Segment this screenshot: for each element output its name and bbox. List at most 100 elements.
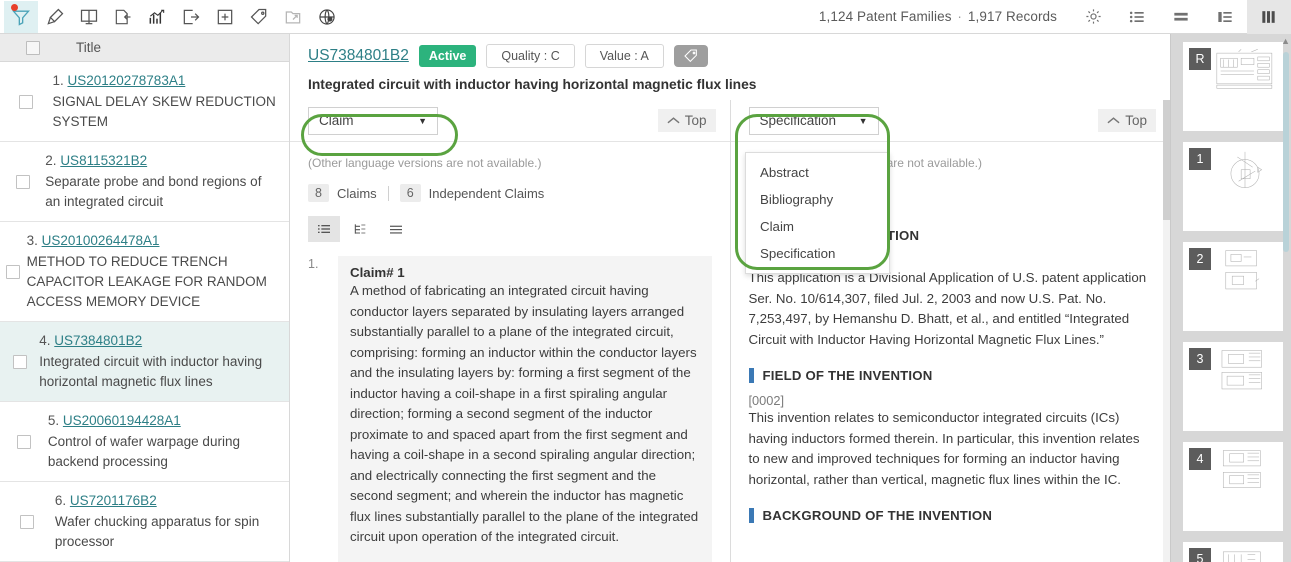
compare-icon-button[interactable]: [72, 1, 106, 33]
section-accent-bar: [748, 508, 754, 523]
globe-user-icon-button[interactable]: [310, 1, 344, 33]
row-content: 3. US20100264478A1 METHOD TO REDUCE TREN…: [27, 231, 289, 312]
dropdown-option-specification[interactable]: Specification: [746, 240, 889, 267]
claim-content[interactable]: (Other language versions are not availab…: [290, 142, 730, 562]
row-checkbox[interactable]: [15, 174, 30, 189]
row-publication-link[interactable]: US20120278783A1: [67, 73, 185, 88]
tag-icon-button[interactable]: [242, 1, 276, 33]
claim-tree-view-button[interactable]: [344, 216, 376, 242]
patent-drawing-icon: [1221, 350, 1262, 390]
table-row[interactable]: 6. US7201176B2 Wafer chucking apparatus …: [0, 482, 289, 562]
chevron-down-icon: ▼: [418, 115, 427, 126]
thumbnail-label: R: [1189, 48, 1211, 70]
list-item[interactable]: 2: [1183, 242, 1283, 331]
dropdown-option-bibliography[interactable]: Bibliography: [746, 186, 889, 213]
counts-divider: [387, 185, 389, 201]
claim-plain-view-button[interactable]: [380, 216, 412, 242]
spec-scrollbar[interactable]: [1163, 100, 1170, 562]
row-identifier: 4. US7384801B2: [39, 331, 277, 351]
rows-view-button[interactable]: [1159, 0, 1203, 34]
drawing-thumbnail-panel[interactable]: ▲ R 1 2 3 4 5: [1170, 34, 1291, 562]
spec-section-select[interactable]: Specification ▼: [748, 106, 879, 135]
spec-heading-text: FIELD OF THE INVENTION: [762, 368, 933, 383]
patent-detail-header: US7384801B2 Active Quality : C Value : A…: [290, 34, 1170, 100]
app-body: Title 1. US20120278783A1 SIGNAL DELAY SK…: [0, 34, 1291, 562]
row-title: Integrated circuit with inductor having …: [39, 354, 263, 389]
top-toolbar: 1,124 Patent Families · 1,917 Records: [0, 0, 1291, 34]
spec-scrollbar-knob[interactable]: [1163, 100, 1170, 220]
row-publication-link[interactable]: US7384801B2: [54, 333, 142, 348]
list-item[interactable]: 4: [1183, 442, 1283, 531]
claim-list-view-button[interactable]: [308, 216, 340, 242]
analytics-chart-icon-button[interactable]: [140, 1, 174, 33]
table-row[interactable]: 5. US20060194428A1 Control of wafer warp…: [0, 402, 289, 482]
table-row[interactable]: 3. US20100264478A1 METHOD TO REDUCE TREN…: [0, 222, 289, 322]
claim-top-button[interactable]: Top: [657, 109, 716, 132]
row-publication-link[interactable]: US20100264478A1: [42, 233, 160, 248]
settings-gear-button[interactable]: [1071, 0, 1115, 34]
select-all-checkbox[interactable]: [26, 40, 40, 55]
records-count: 1,917 Records: [967, 9, 1057, 24]
row-checkbox[interactable]: [12, 354, 27, 369]
table-row-selected[interactable]: 4. US7384801B2 Integrated circuit with i…: [0, 322, 289, 402]
row-checkbox[interactable]: [20, 514, 35, 529]
share-folder-icon: [285, 10, 301, 23]
export-icon-button[interactable]: [174, 1, 208, 33]
row-title: SIGNAL DELAY SKEW REDUCTION SYSTEM: [52, 94, 276, 129]
row-publication-link[interactable]: US8115321B2: [60, 153, 147, 168]
row-content: 6. US7201176B2 Wafer chucking apparatus …: [55, 491, 289, 552]
highlighter-icon: [47, 8, 64, 25]
dropdown-option-claim[interactable]: Claim: [746, 213, 889, 240]
result-list-header: Title: [0, 34, 289, 62]
claim-counts: 8 Claims 6 Independent Claims: [308, 184, 712, 202]
quality-pill[interactable]: Quality : C: [486, 44, 575, 68]
row-number: 3.: [26, 233, 38, 248]
filter-icon-button[interactable]: [4, 0, 38, 33]
patent-drawing-icon: [1225, 250, 1260, 290]
claim-body: Claim# 1 A method of fabricating an inte…: [338, 256, 712, 562]
claim-language-note: (Other language versions are not availab…: [308, 156, 542, 170]
highlighter-icon-button[interactable]: [38, 1, 72, 33]
table-row[interactable]: 1. US20120278783A1 SIGNAL DELAY SKEW RED…: [0, 62, 289, 142]
claim-column-toolbar: Claim ▼ Top: [290, 100, 730, 142]
split-left-view-button[interactable]: [1203, 0, 1247, 34]
row-title: Control of wafer warpage during backend …: [47, 434, 240, 469]
row-checkbox[interactable]: [19, 94, 34, 109]
tag-button[interactable]: [673, 45, 708, 67]
spec-section-heading: FIELD OF THE INVENTION: [748, 368, 1153, 383]
list-item[interactable]: 5: [1183, 542, 1283, 562]
spec-top-button[interactable]: Top: [1098, 109, 1156, 132]
list-item[interactable]: R: [1183, 42, 1283, 131]
columns-view-button[interactable]: [1247, 0, 1291, 34]
list-view-button[interactable]: [1115, 0, 1159, 34]
row-number: 1.: [52, 73, 64, 88]
value-pill[interactable]: Value : A: [584, 44, 664, 68]
list-item[interactable]: 3: [1183, 342, 1283, 431]
row-checkbox[interactable]: [16, 434, 31, 449]
result-list-scroll[interactable]: 1. US20120278783A1 SIGNAL DELAY SKEW RED…: [0, 62, 289, 562]
thumbnail-label: 4: [1189, 448, 1211, 470]
row-publication-link[interactable]: US20060194428A1: [63, 413, 181, 428]
spec-paragraph-text: This invention relates to semiconductor …: [748, 410, 1140, 487]
dropdown-option-abstract[interactable]: Abstract: [746, 159, 889, 186]
spec-column-toolbar: Specification ▼ Top: [730, 100, 1170, 142]
thumb-scrollbar-knob[interactable]: [1283, 52, 1289, 252]
chevron-up-icon: [1107, 117, 1120, 124]
add-icon-button[interactable]: [208, 1, 242, 33]
row-content: 5. US20060194428A1 Control of wafer warp…: [48, 411, 289, 472]
spec-section-dropdown-menu[interactable]: Abstract Bibliography Claim Specificatio…: [745, 152, 890, 274]
row-publication-link[interactable]: US7201176B2: [70, 493, 157, 508]
share-folder-icon-button[interactable]: [276, 1, 310, 33]
claim-item: 1. Claim# 1 A method of fabricating an i…: [308, 256, 712, 562]
claim-section-select[interactable]: Claim ▼: [308, 106, 438, 135]
spec-paragraph-text: This application is a Divisional Applica…: [748, 270, 1147, 347]
merge-document-icon-button[interactable]: [106, 1, 140, 33]
list-item[interactable]: 1: [1183, 142, 1283, 231]
row-checkbox[interactable]: [6, 264, 21, 279]
table-row[interactable]: 2. US8115321B2 Separate probe and bond r…: [0, 142, 289, 222]
patent-drawing-icon: [1222, 551, 1261, 562]
row-title: Separate probe and bond regions of an in…: [45, 174, 262, 209]
tag-icon: [250, 8, 267, 25]
patent-search-app: 1,124 Patent Families · 1,917 Records Ti…: [0, 0, 1291, 562]
patent-number-link[interactable]: US7384801B2: [308, 47, 409, 65]
